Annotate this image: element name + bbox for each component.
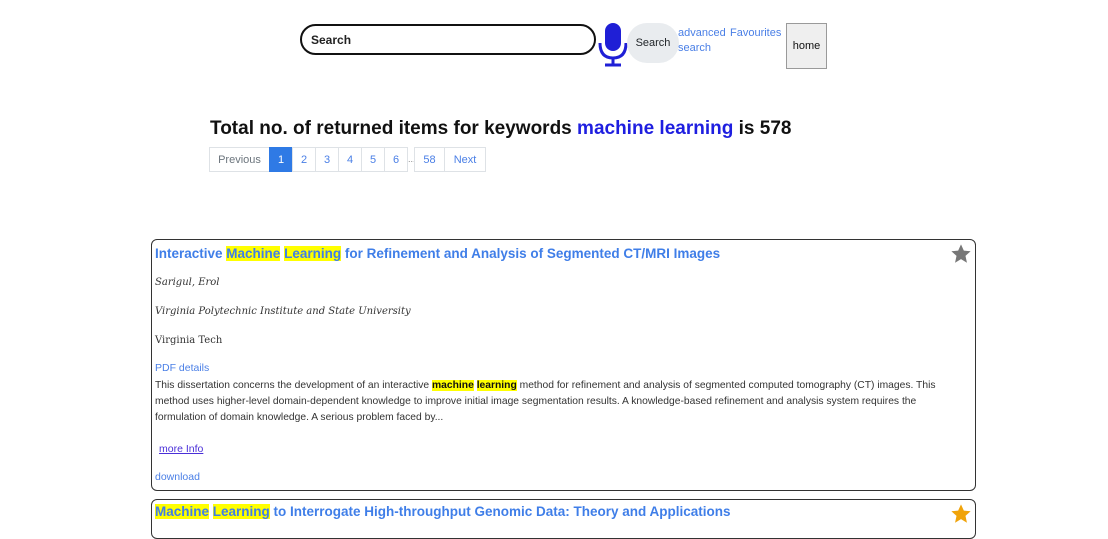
favourites-link[interactable]: Favourites bbox=[730, 26, 781, 41]
microphone-icon[interactable] bbox=[596, 22, 630, 68]
pagination-page-last[interactable]: 58 bbox=[414, 147, 445, 172]
more-info-link[interactable]: more Info bbox=[159, 443, 203, 455]
result-abstract: This dissertation concerns the developme… bbox=[155, 378, 970, 426]
pagination-page-2[interactable]: 2 bbox=[292, 147, 316, 172]
pagination: Previous 1 2 3 4 5 6 ... 58 Next bbox=[209, 147, 486, 172]
search-input[interactable] bbox=[300, 24, 596, 55]
title-text: for Refinement and Analysis of Segmented… bbox=[341, 246, 721, 261]
advanced-search-link[interactable]: advanced search bbox=[678, 26, 734, 56]
abstract-keyword-highlight: learning bbox=[476, 380, 517, 391]
summary-prefix: Total no. of returned items for keywords bbox=[210, 118, 572, 139]
star-icon[interactable] bbox=[950, 243, 972, 265]
pagination-next[interactable]: Next bbox=[444, 147, 486, 172]
result-publisher: Virginia Tech bbox=[155, 335, 223, 346]
pagination-page-6[interactable]: 6 bbox=[384, 147, 408, 172]
pagination-page-1[interactable]: 1 bbox=[269, 147, 293, 172]
title-keyword-highlight: Machine bbox=[226, 246, 281, 261]
pdf-details-link[interactable]: PDF details bbox=[155, 362, 209, 374]
result-author: Sarigul, Erol bbox=[155, 277, 220, 288]
results-summary: Total no. of returned items for keywords… bbox=[210, 118, 791, 140]
pagination-previous[interactable]: Previous bbox=[209, 147, 270, 172]
home-button[interactable]: home bbox=[786, 23, 827, 69]
pagination-page-5[interactable]: 5 bbox=[361, 147, 385, 172]
result-institution: Virginia Polytechnic Institute and State… bbox=[155, 306, 411, 317]
result-card: Machine Learning to Interrogate High-thr… bbox=[151, 499, 976, 539]
search-button[interactable]: Search bbox=[627, 23, 679, 63]
download-link[interactable]: download bbox=[155, 471, 200, 483]
pagination-page-4[interactable]: 4 bbox=[338, 147, 362, 172]
star-icon[interactable] bbox=[950, 503, 972, 525]
result-card: Interactive Machine Learning for Refinem… bbox=[151, 239, 976, 491]
abstract-text: This dissertation concerns the developme… bbox=[155, 380, 433, 391]
abstract-keyword-highlight: machine bbox=[432, 380, 474, 391]
title-text: Interactive bbox=[155, 246, 227, 261]
result-title-link[interactable]: Interactive Machine Learning for Refinem… bbox=[155, 246, 720, 261]
summary-keyword: machine learning bbox=[577, 118, 734, 139]
summary-connector: is bbox=[738, 118, 755, 139]
summary-count: 578 bbox=[759, 118, 792, 139]
pagination-page-3[interactable]: 3 bbox=[315, 147, 339, 172]
title-keyword-highlight: Learning bbox=[284, 246, 342, 261]
